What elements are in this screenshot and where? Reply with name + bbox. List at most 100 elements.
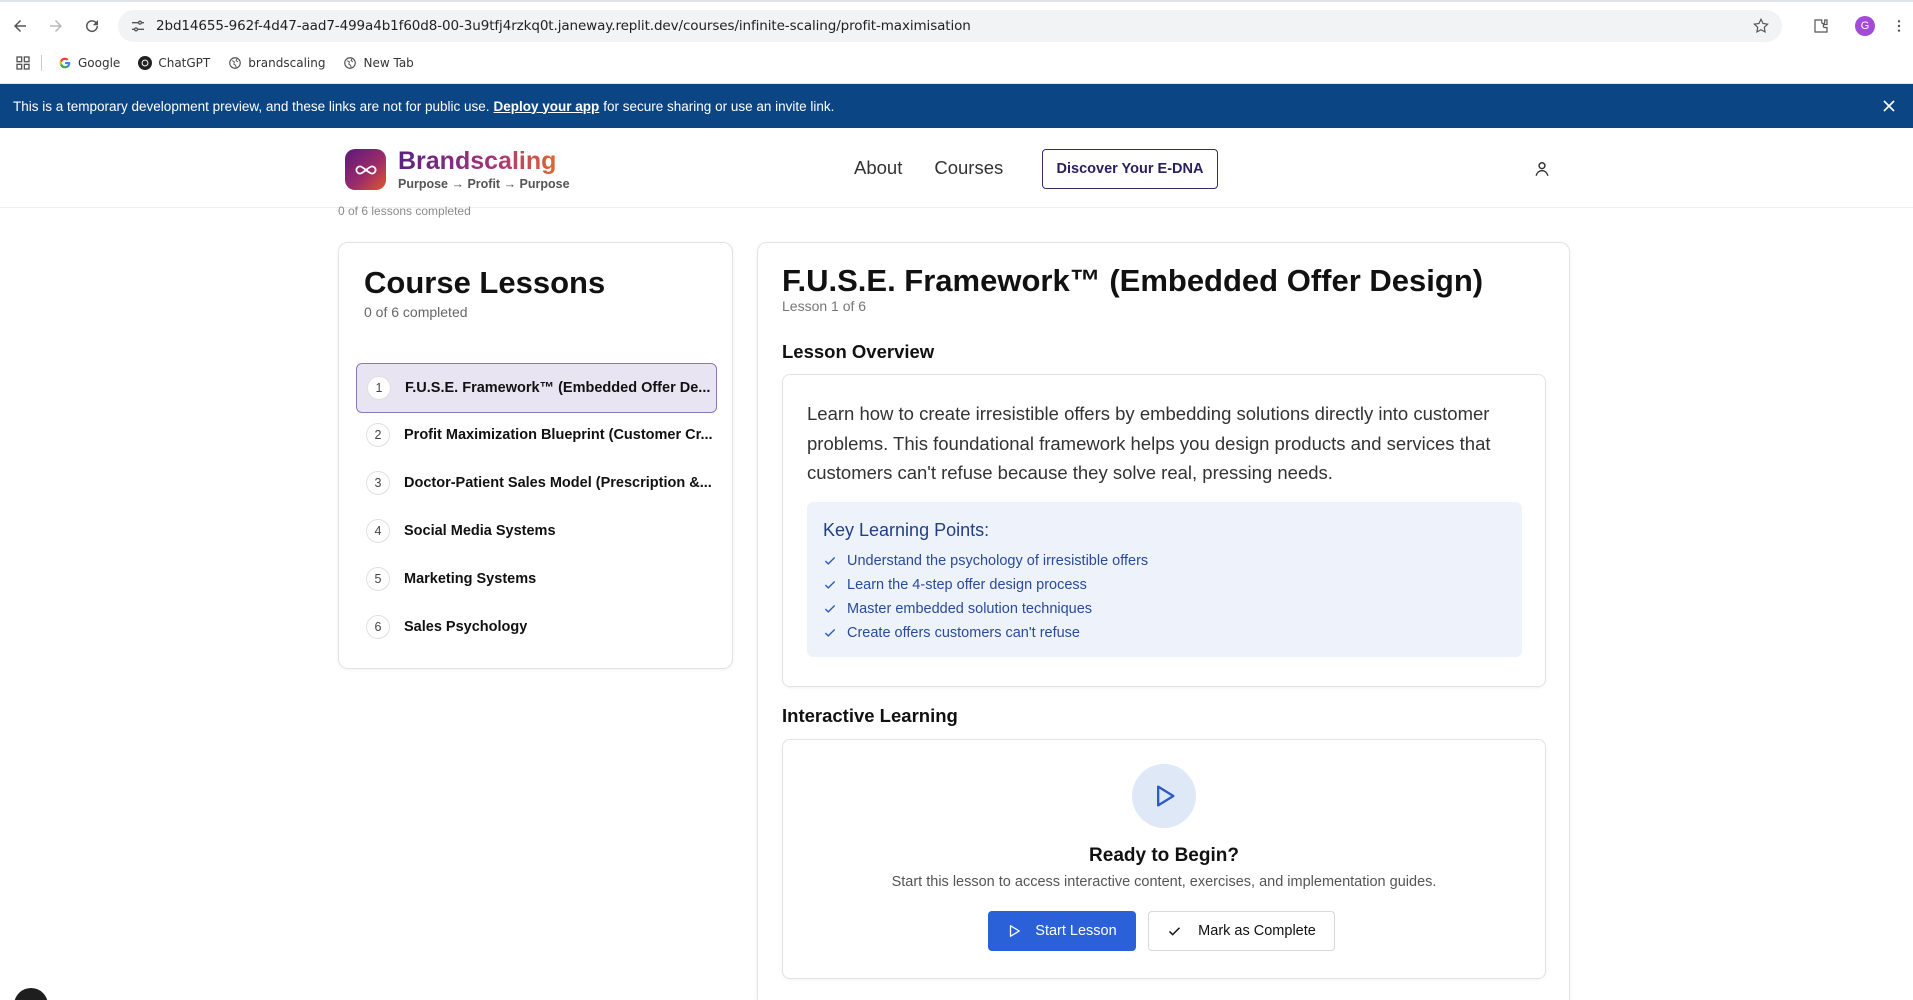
main-nav: About Courses [854,157,1035,179]
lesson-title: F.U.S.E. Framework™ (Embedded Offer Desi… [782,263,1484,298]
deploy-app-link[interactable]: Deploy your app [494,99,600,114]
infinity-icon [355,164,376,175]
check-icon [1169,926,1181,936]
key-point: Master embedded solution techniques [823,597,1148,621]
play-icon [1010,925,1021,937]
bookmarks-bar: Google ChatGPT brandscaling New Tab [0,52,432,74]
profile-avatar[interactable]: G [1855,16,1875,36]
check-icon [824,557,836,565]
apps-grid-icon[interactable] [15,55,31,71]
lesson-title: Social Media Systems [404,523,556,539]
brand-tagline: Purpose → Profit → Purpose [398,177,570,191]
address-bar[interactable]: 2bd14655-962f-4d47-aad7-499a4b1f60d8-00-… [118,10,1782,42]
ready-title: Ready to Begin? [1089,845,1239,866]
interactive-card: Ready to Begin? Start this lesson to acc… [782,739,1546,979]
extensions-button[interactable] [1803,8,1839,44]
key-point-text: Understand the psychology of irresistibl… [847,553,1149,569]
bookmark-new-tab[interactable]: New Tab [343,56,414,70]
mark-complete-button[interactable]: Mark as Complete [1148,911,1335,951]
lesson-item-2[interactable]: 2 Profit Maximization Blueprint (Custome… [356,411,717,459]
overview-heading: Lesson Overview [782,341,935,362]
course-lessons-panel: Course Lessons 0 of 6 completed 1 F.U.S.… [338,242,733,669]
address-row: 2bd14655-962f-4d47-aad7-499a4b1f60d8-00-… [0,8,1913,44]
lesson-item-3[interactable]: 3 Doctor-Patient Sales Model (Prescripti… [356,459,717,507]
key-point: Learn the 4-step offer design process [823,573,1148,597]
lesson-title: Profit Maximization Blueprint (Customer … [404,427,713,443]
globe-icon [343,56,357,70]
site-header: Brandscaling Purpose → Profit → Purpose … [0,128,1913,208]
puzzle-icon [1814,19,1828,33]
interactive-heading: Interactive Learning [782,705,958,726]
bookmark-label: ChatGPT [158,56,211,70]
banner-text: This is a temporary development preview,… [13,98,490,114]
play-icon [1132,764,1196,828]
start-lesson-button[interactable]: Start Lesson [988,911,1136,951]
lesson-item-1[interactable]: 1 F.U.S.E. Framework™ (Embedded Offer De… [356,363,717,413]
course-progress-text: 0 of 6 lessons completed [338,204,471,218]
lesson-item-6[interactable]: 6 Sales Psychology [356,603,717,651]
nav-courses[interactable]: Courses [934,157,1003,179]
start-lesson-label: Start Lesson [1035,923,1117,939]
key-point-text: Learn the 4-step offer design process [847,577,1087,593]
reload-button[interactable] [74,8,110,44]
brand-name[interactable]: Brandscaling [398,147,556,176]
reload-icon [86,20,99,33]
check-icon [824,605,836,613]
arrow-left-icon [14,20,26,32]
chatgpt-icon [138,56,153,70]
key-point: Understand the psychology of irresistibl… [823,549,1148,573]
lesson-title: Marketing Systems [404,571,537,587]
bookmark-label: brandscaling [248,56,326,70]
overview-text: Learn how to create irresistible offers … [807,403,1491,483]
lesson-number: 2 [366,423,390,447]
browser-menu-button[interactable] [1887,8,1911,44]
lesson-item-5[interactable]: 5 Marketing Systems [356,555,717,603]
lesson-title: Sales Psychology [404,619,528,635]
lesson-number: 6 [366,615,390,639]
lesson-item-4[interactable]: 4 Social Media Systems [356,507,717,555]
lesson-number: 3 [366,471,390,495]
mark-complete-label: Mark as Complete [1198,923,1316,939]
panel-title: Course Lessons [364,265,606,300]
google-icon [58,56,72,70]
key-learning-points: Key Learning Points: Understand the psyc… [807,502,1522,657]
site-settings-icon[interactable] [130,18,146,34]
bookmark-google[interactable]: Google [58,56,120,70]
close-icon[interactable] [1879,96,1899,116]
key-points-list: Understand the psychology of irresistibl… [823,549,1148,645]
back-button[interactable] [2,8,38,44]
lesson-number: 1 [367,376,391,400]
bookmark-star-icon[interactable] [1752,17,1770,35]
lesson-number: 4 [366,519,390,543]
overview-card: Learn how to create irresistible offers … [782,374,1546,687]
discover-edna-button[interactable]: Discover Your E-DNA [1042,149,1218,189]
bookmarks-separator [41,55,42,71]
bookmark-chatgpt[interactable]: ChatGPT [138,56,210,70]
banner-text-after: for secure sharing or use an invite link… [603,98,835,114]
bookmark-label: New Tab [363,56,414,70]
nav-about[interactable]: About [854,157,902,179]
tab-strip-edge [0,0,1913,2]
lesson-actions: Start Lesson Mark as Complete [988,911,1335,951]
arrow-right-icon [50,20,62,32]
user-icon[interactable] [1532,159,1552,179]
check-icon [824,581,836,589]
panel-progress: 0 of 6 completed [364,304,468,320]
bookmark-brandscaling[interactable]: brandscaling [228,56,325,70]
check-icon [824,629,836,637]
key-point: Create offers customers can't refuse [823,621,1148,645]
lesson-title: Doctor-Patient Sales Model (Prescription… [404,475,712,491]
globe-icon [228,56,242,70]
forward-button[interactable] [38,8,74,44]
key-point-text: Master embedded solution techniques [847,601,1093,617]
lesson-number: 5 [366,567,390,591]
url-text[interactable]: 2bd14655-962f-4d47-aad7-499a4b1f60d8-00-… [156,18,971,34]
brand-logo[interactable] [345,149,386,190]
dev-preview-banner: This is a temporary development preview,… [0,84,1913,128]
key-point-text: Create offers customers can't refuse [847,625,1080,641]
lesson-title: F.U.S.E. Framework™ (Embedded Offer De..… [405,380,711,396]
lesson-counter: Lesson 1 of 6 [782,298,867,314]
floating-badge[interactable] [14,988,48,1000]
lesson-content-panel: F.U.S.E. Framework™ (Embedded Offer Desi… [757,242,1570,1000]
ready-subtitle: Start this lesson to access interactive … [891,874,1437,890]
